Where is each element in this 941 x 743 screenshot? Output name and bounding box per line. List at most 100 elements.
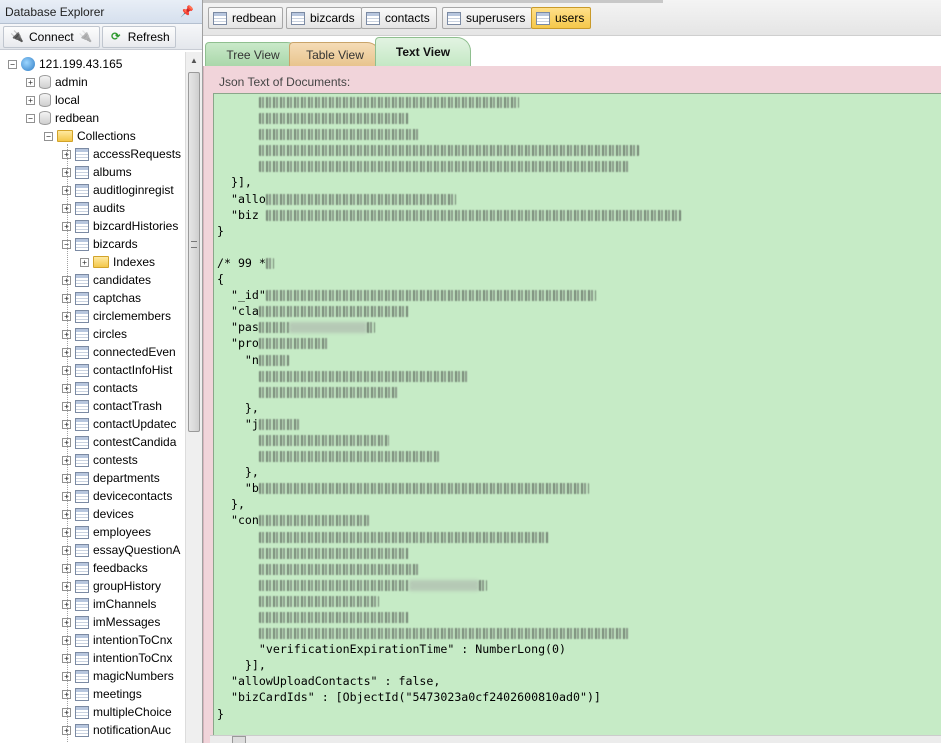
tree-node-collection[interactable]: + contactInfoHist	[62, 361, 172, 379]
refresh-button[interactable]: ⟳ Refresh	[101, 25, 176, 48]
tab-tree-view[interactable]: Tree View	[205, 42, 301, 66]
tree-node-collection[interactable]: + accessRequests	[62, 145, 181, 163]
scrollbar-thumb[interactable]	[188, 72, 200, 432]
tree-node-collection[interactable]: + employees	[62, 523, 151, 541]
tree-node-collection[interactable]: + contestCandida	[62, 433, 176, 451]
expand-toggle-icon[interactable]: +	[26, 77, 35, 87]
collection-icon	[75, 525, 89, 539]
json-line-text: }	[217, 706, 224, 721]
collection-icon	[75, 669, 89, 683]
tree-node-db-redbean[interactable]: − redbean	[26, 109, 99, 127]
tree-node-collections[interactable]: − Collections	[44, 127, 136, 145]
json-line-text: "n	[217, 352, 259, 367]
tab-table-view[interactable]: Table View	[289, 42, 381, 66]
doc-tab-label: superusers	[466, 11, 526, 25]
tree-node-collection[interactable]: + candidates	[62, 271, 151, 289]
collapse-toggle-icon[interactable]: −	[26, 113, 35, 123]
tree-node-collection[interactable]: + feedbacks	[62, 559, 148, 577]
tree-node-collection[interactable]: + devices	[62, 505, 134, 523]
json-line: "pas	[217, 319, 937, 335]
scrollbar-thumb[interactable]	[232, 736, 246, 743]
json-line-text: "verificationExpirationTime" : NumberLon…	[217, 642, 567, 657]
tree-node-collection[interactable]: + essayQuestionA	[62, 541, 180, 559]
tree-node-indexes[interactable]: + Indexes	[80, 253, 155, 271]
json-line-text: "biz	[217, 207, 266, 222]
doc-tab-redbean[interactable]: redbean	[208, 7, 284, 29]
tree-node-label: 121.199.43.165	[39, 57, 123, 71]
tree-node-collection[interactable]: + groupHistory	[62, 577, 161, 595]
collection-icon	[75, 147, 89, 161]
pin-icon[interactable]: 📌	[180, 5, 194, 18]
collapse-toggle-icon[interactable]: −	[8, 59, 17, 69]
tree-node-collection[interactable]: + contactUpdatec	[62, 415, 176, 433]
tree-node-collection[interactable]: + contests	[62, 451, 138, 469]
collection-icon	[75, 687, 89, 701]
tree-node-db-local[interactable]: + local	[26, 91, 80, 109]
json-line-text: },	[217, 497, 245, 512]
collection-icon	[75, 183, 89, 197]
doc-tab-contacts[interactable]: contacts	[361, 7, 437, 29]
tree-node-collection[interactable]: + contacts	[62, 379, 138, 397]
connect-button[interactable]: 🔌 Connect 🔌	[3, 25, 100, 48]
tree-node-collection[interactable]: + captchas	[62, 289, 141, 307]
redacted-text	[258, 322, 289, 334]
expand-toggle-icon[interactable]: +	[26, 95, 35, 105]
redacted-text	[258, 515, 369, 527]
doc-tab-users[interactable]: users	[531, 7, 592, 29]
tree-node-collection[interactable]: + circles	[62, 325, 127, 343]
json-line-text: "con	[217, 513, 259, 528]
collapse-toggle-icon[interactable]: −	[44, 131, 53, 141]
expand-toggle-icon[interactable]: +	[80, 257, 89, 267]
tree-node-collection[interactable]: + meetings	[62, 685, 142, 703]
tree-node-collection[interactable]: + circlemembers	[62, 307, 171, 325]
json-line	[217, 545, 937, 561]
doc-tab-superusers[interactable]: superusers	[442, 7, 533, 29]
disconnect-icon[interactable]: 🔌	[78, 30, 94, 44]
tree-node-collection[interactable]: + notificationAuc	[62, 721, 171, 739]
tree-node-collection[interactable]: + magicNumbers	[62, 667, 174, 685]
tree-node-db-admin[interactable]: + admin	[26, 73, 88, 91]
redacted-text	[258, 418, 299, 430]
json-line	[217, 529, 937, 545]
tree-node-label: auditloginregist	[93, 183, 174, 197]
json-horizontal-scrollbar[interactable]	[210, 735, 941, 743]
collection-icon	[291, 11, 305, 25]
tree-node-collection[interactable]: + albums	[62, 163, 132, 181]
tree-node-collection[interactable]: + contactTrash	[62, 397, 162, 415]
tab-text-view[interactable]: Text View	[375, 37, 471, 66]
tree-node-collection[interactable]: + connectedEven	[62, 343, 176, 361]
tree-node-label: employees	[93, 525, 152, 539]
tree-node-collection[interactable]: + multipleChoice	[62, 703, 172, 721]
scroll-up-arrow-icon[interactable]: ▲	[186, 52, 202, 69]
folder-icon	[93, 256, 109, 268]
redacted-text	[258, 161, 629, 173]
tree-node-collection[interactable]: + audits	[62, 199, 125, 217]
json-line-text: "allowUploadContacts" : false,	[217, 674, 441, 689]
tree-node-label: intentionToCnx	[93, 651, 173, 665]
tree-node-label: departments	[93, 471, 160, 485]
json-text-area[interactable]: }], "allo "biz } /* 99 * { "_id" "cla "pas…	[213, 93, 941, 736]
json-line: "bizCardIds" : [ObjectId("5473023a0cf240…	[217, 689, 937, 705]
json-line: "b	[217, 480, 937, 496]
redacted-text	[366, 322, 375, 334]
redacted-text	[258, 338, 329, 350]
tree-node-label: contactTrash	[93, 399, 162, 413]
json-line	[217, 142, 937, 158]
tree-node-collection[interactable]: + imChannels	[62, 595, 156, 613]
tree-node-label: devices	[93, 507, 134, 521]
redacted-text	[265, 209, 681, 221]
doc-tab-bizcards[interactable]: bizcards	[286, 7, 362, 29]
tree-node-collection[interactable]: + devicecontacts	[62, 487, 172, 505]
tree-node-collection[interactable]: + bizcardHistories	[62, 217, 178, 235]
tree-node-label: admin	[55, 75, 88, 89]
json-line: "allowUploadContacts" : false,	[217, 673, 937, 689]
tree-node-collection[interactable]: + intentionToCnx	[62, 631, 172, 649]
tree-vertical-scrollbar[interactable]: ▲	[185, 52, 202, 743]
tree-node-label: audits	[93, 201, 126, 215]
tree-node-collection[interactable]: + departments	[62, 469, 160, 487]
tree-node-server[interactable]: − 121.199.43.165	[8, 55, 122, 73]
tree-node-collection[interactable]: + imMessages	[62, 613, 160, 631]
tree-node-collection[interactable]: + intentionToCnx	[62, 649, 172, 667]
tree-node-collection[interactable]: + auditloginregist	[62, 181, 174, 199]
tree-node-collection[interactable]: − bizcards	[62, 235, 138, 253]
